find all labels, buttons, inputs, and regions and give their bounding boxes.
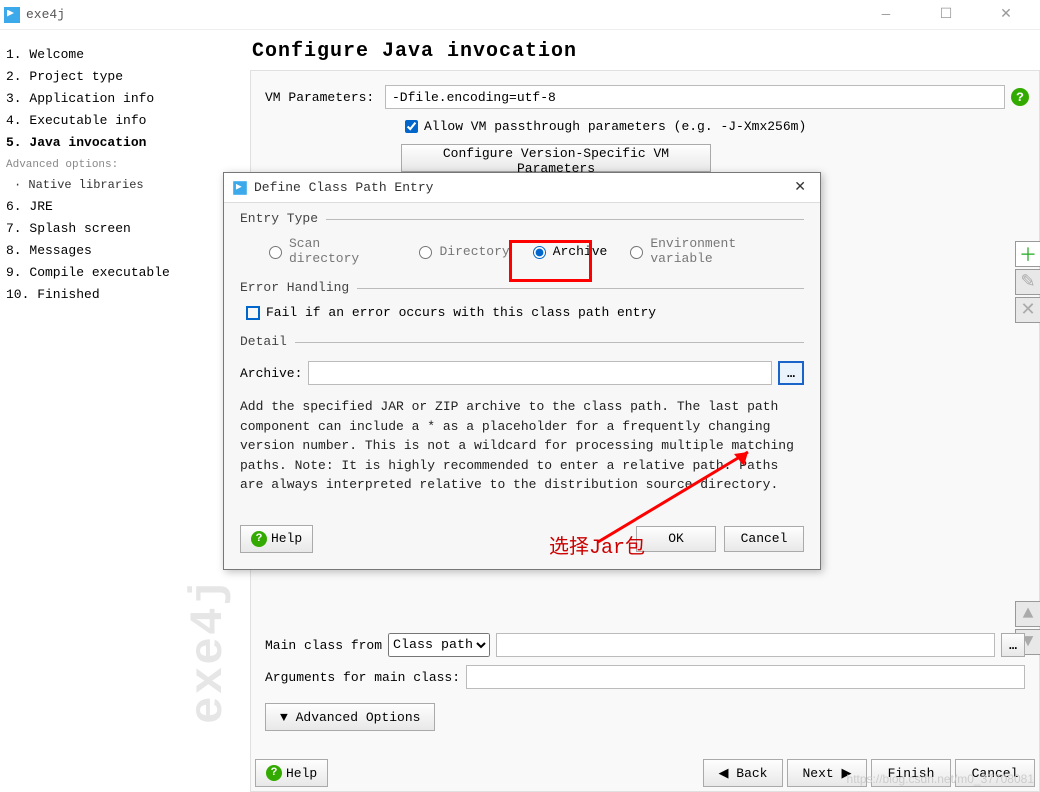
- error-handling-group: Error Handling Fail if an error occurs w…: [240, 288, 804, 332]
- dialog-titlebar: Define Class Path Entry ✕: [224, 173, 820, 203]
- advanced-options-label: Advanced options:: [6, 156, 216, 175]
- wizard-footer: ? Help ◀ Back Next ▶ Finish Cancel: [255, 759, 1035, 787]
- dialog-close-button[interactable]: ✕: [788, 179, 812, 196]
- detail-group: Detail Archive: … Add the specified JAR …: [240, 342, 804, 507]
- step-jre[interactable]: 6. JRE: [6, 196, 216, 218]
- app-icon: [233, 181, 247, 195]
- move-up-button: ▲: [1015, 601, 1040, 627]
- main-class-browse-button[interactable]: …: [1001, 633, 1025, 657]
- native-libraries-item[interactable]: · Native libraries: [6, 175, 216, 195]
- maximize-button[interactable]: ☐: [926, 1, 966, 29]
- help-icon[interactable]: ?: [1011, 88, 1029, 106]
- dialog-footer: ? Help OK Cancel: [240, 517, 804, 561]
- step-messages[interactable]: 8. Messages: [6, 240, 216, 262]
- error-handling-legend: Error Handling: [240, 280, 357, 295]
- configure-version-vm-button[interactable]: Configure Version-Specific VM Parameters: [401, 144, 711, 172]
- titlebar: exe4j — ☐ ✕: [0, 0, 1040, 30]
- wizard-sidebar: 1. Welcome 2. Project type 3. Applicatio…: [0, 30, 222, 792]
- advanced-options-button[interactable]: ▼ Advanced Options: [265, 703, 435, 731]
- app-icon: [4, 7, 20, 23]
- main-class-source-select[interactable]: Class path: [388, 633, 490, 657]
- step-application-info[interactable]: 3. Application info: [6, 88, 216, 110]
- window-title: exe4j: [26, 7, 866, 22]
- detail-help-text: Add the specified JAR or ZIP archive to …: [240, 397, 804, 495]
- arguments-label: Arguments for main class:: [265, 670, 460, 685]
- step-welcome[interactable]: 1. Welcome: [6, 44, 216, 66]
- finish-button[interactable]: Finish: [871, 759, 951, 787]
- main-class-label: Main class from: [265, 638, 382, 653]
- step-finished[interactable]: 10. Finished: [6, 284, 216, 306]
- close-button[interactable]: ✕: [986, 1, 1026, 29]
- vm-parameters-label: VM Parameters:: [265, 90, 385, 105]
- cancel-button[interactable]: Cancel: [955, 759, 1035, 787]
- archive-label: Archive:: [240, 366, 302, 381]
- help-icon: ?: [266, 765, 282, 781]
- entry-type-group: Entry Type Scan directory Directory Arch…: [240, 219, 804, 278]
- vm-parameters-input[interactable]: [385, 85, 1005, 109]
- fail-on-error-label: Fail if an error occurs with this class …: [266, 305, 656, 320]
- detail-legend: Detail: [240, 334, 295, 349]
- entry-type-legend: Entry Type: [240, 211, 326, 226]
- dialog-ok-button[interactable]: OK: [636, 526, 716, 552]
- classpath-toolbox: ＋ ✎ ✕: [1015, 241, 1040, 323]
- minimize-button[interactable]: —: [866, 1, 906, 29]
- archive-browse-button[interactable]: …: [778, 361, 804, 385]
- archive-path-input[interactable]: [308, 361, 772, 385]
- fail-on-error-checkbox[interactable]: [246, 306, 260, 320]
- dialog-cancel-button[interactable]: Cancel: [724, 526, 804, 552]
- arguments-input[interactable]: [466, 665, 1025, 689]
- window-controls: — ☐ ✕: [866, 1, 1036, 29]
- help-icon: ?: [251, 531, 267, 547]
- main-class-input[interactable]: [496, 633, 995, 657]
- radio-scan-directory[interactable]: Scan directory: [264, 236, 396, 266]
- dialog-help-button[interactable]: ? Help: [240, 525, 313, 553]
- edit-entry-button: ✎: [1015, 269, 1040, 295]
- help-button[interactable]: ? Help: [255, 759, 328, 787]
- radio-archive[interactable]: Archive: [528, 236, 608, 266]
- next-button[interactable]: Next ▶: [787, 759, 867, 787]
- delete-entry-button: ✕: [1015, 297, 1040, 323]
- page-title: Configure Java invocation: [252, 40, 1026, 63]
- dialog-title: Define Class Path Entry: [254, 180, 788, 195]
- step-compile-executable[interactable]: 9. Compile executable: [6, 262, 216, 284]
- add-entry-button[interactable]: ＋: [1015, 241, 1040, 267]
- define-classpath-dialog: Define Class Path Entry ✕ Entry Type Sca…: [223, 172, 821, 570]
- step-project-type[interactable]: 2. Project type: [6, 66, 216, 88]
- allow-passthrough-checkbox[interactable]: [405, 120, 418, 133]
- step-splash-screen[interactable]: 7. Splash screen: [6, 218, 216, 240]
- radio-environment-variable[interactable]: Environment variable: [625, 236, 804, 266]
- radio-directory[interactable]: Directory: [414, 236, 509, 266]
- step-java-invocation[interactable]: 5. Java invocation: [6, 132, 216, 154]
- step-executable-info[interactable]: 4. Executable info: [6, 110, 216, 132]
- allow-passthrough-label: Allow VM passthrough parameters (e.g. -J…: [424, 119, 806, 134]
- back-button[interactable]: ◀ Back: [703, 759, 783, 787]
